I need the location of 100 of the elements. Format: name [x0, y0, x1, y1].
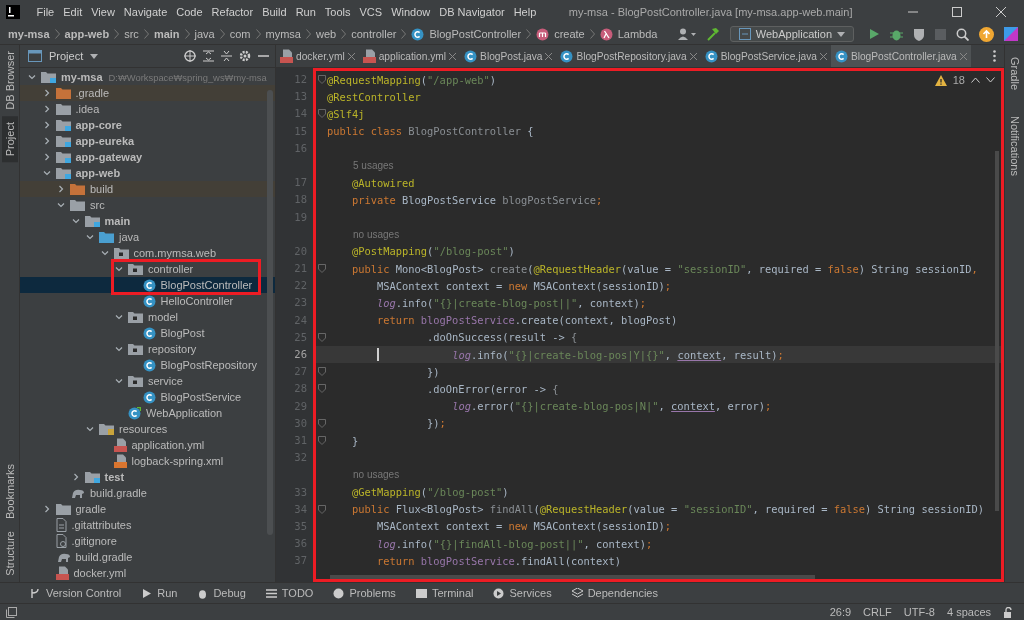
editor-tab[interactable]: BlogPostController.java	[830, 45, 971, 67]
tree-item[interactable]: build.gradle	[70, 487, 147, 499]
menu-item[interactable]: Build	[257, 6, 292, 18]
run-configuration-dropdown[interactable]: WebApplication	[729, 26, 854, 42]
close-icon[interactable]	[545, 52, 553, 60]
tree-item[interactable]: src	[70, 199, 105, 211]
editor-tab[interactable]: docker.yml	[276, 45, 359, 67]
breadcrumb[interactable]: my-msa	[8, 28, 50, 40]
close-icon[interactable]	[819, 52, 827, 60]
tree-item[interactable]: HelloController	[142, 294, 234, 308]
editor-tab[interactable]: BlogPost.java	[460, 45, 557, 67]
breadcrumb[interactable]: java	[194, 28, 215, 40]
tree-item[interactable]: com.mymsa.web	[113, 247, 217, 259]
tree-item[interactable]: .gradle	[55, 87, 110, 99]
close-icon[interactable]	[449, 52, 457, 60]
breadcrumb[interactable]: Lambda	[617, 28, 658, 40]
tree-item[interactable]: model	[128, 311, 178, 323]
panel-title[interactable]: Project	[49, 50, 84, 62]
tool-window-button[interactable]: TODO	[265, 587, 314, 599]
tree-item[interactable]: BlogPostRepository	[142, 358, 258, 372]
run-icon[interactable]	[868, 28, 880, 40]
warning-count[interactable]: 18	[952, 74, 965, 86]
tree-item[interactable]: .gitignore	[55, 534, 117, 548]
tool-window-tab[interactable]: Gradle	[1006, 51, 1023, 97]
target-icon[interactable]	[184, 50, 196, 62]
tree-item[interactable]: application.yml	[113, 438, 205, 452]
tool-window-tab[interactable]: Bookmarks	[1, 458, 18, 526]
breadcrumb[interactable]: src	[124, 28, 139, 40]
menu-item[interactable]: DB Navigator	[434, 6, 510, 18]
tree-item[interactable]: WebApplication	[128, 406, 223, 420]
usage-hint[interactable]: 5 usages	[327, 160, 394, 172]
collapse-all-icon[interactable]	[221, 50, 232, 62]
breadcrumb[interactable]: app-web	[64, 28, 110, 40]
tool-window-button[interactable]: Terminal	[415, 587, 474, 599]
more-icon[interactable]	[993, 50, 996, 62]
menu-item[interactable]: VCS	[355, 6, 387, 18]
tree-item[interactable]: .gitattributes	[55, 518, 132, 532]
fold-icon[interactable]	[317, 109, 326, 119]
warning-icon[interactable]	[934, 74, 947, 86]
menu-item[interactable]: Tools	[320, 6, 355, 18]
tool-window-button[interactable]: Problems	[333, 587, 396, 599]
tree-item[interactable]: app-eureka	[55, 135, 135, 147]
tree-item[interactable]: build	[70, 183, 114, 195]
tree-item[interactable]: main	[84, 215, 131, 227]
tool-window-tab[interactable]: Notifications	[1006, 110, 1023, 182]
tool-window-button[interactable]: Services	[493, 587, 552, 599]
expand-all-icon[interactable]	[203, 50, 214, 62]
lock-icon[interactable]	[1003, 606, 1014, 618]
tree-item[interactable]: logback-spring.xml	[113, 454, 224, 468]
menu-item[interactable]: Navigate	[119, 6, 172, 18]
editor-tab[interactable]: application.yml	[358, 45, 461, 67]
tool-window-button[interactable]: Dependencies	[571, 587, 658, 599]
scrollbar[interactable]	[330, 575, 815, 579]
status-item[interactable]: 4 spaces	[946, 606, 991, 618]
menu-item[interactable]: File	[32, 6, 59, 18]
status-item[interactable]: CRLF	[863, 606, 892, 618]
tool-window-button[interactable]: Run	[141, 587, 178, 599]
menu-item[interactable]: Edit	[58, 6, 87, 18]
tree-item[interactable]: my-msa	[41, 71, 103, 83]
tool-window-button[interactable]: Debug	[197, 587, 246, 599]
tree-item[interactable]: repository	[128, 343, 197, 355]
menu-item[interactable]: View	[86, 6, 120, 18]
tree-item[interactable]: .idea	[55, 103, 100, 115]
minimize-icon[interactable]	[258, 54, 269, 58]
close-icon[interactable]	[996, 7, 1006, 17]
tree-item[interactable]: test	[84, 471, 125, 483]
chevron-icon[interactable]	[86, 425, 94, 433]
fold-icon[interactable]	[317, 75, 326, 85]
chevron-icon[interactable]	[115, 345, 123, 353]
fold-icon[interactable]	[317, 264, 326, 274]
usage-hint[interactable]: no usages	[327, 469, 400, 481]
editor-tab[interactable]: BlogPostService.java	[700, 45, 831, 67]
caret-icon[interactable]	[90, 53, 99, 59]
settings-icon[interactable]	[239, 50, 251, 62]
scrollbar[interactable]	[267, 90, 273, 535]
tree-item[interactable]: BlogPostService	[142, 390, 242, 404]
editor-tab[interactable]: BlogPostRepository.java	[556, 45, 701, 67]
close-icon[interactable]	[347, 52, 355, 60]
tree-item[interactable]: docker.yml	[55, 566, 127, 580]
user-icon[interactable]	[677, 28, 696, 40]
chevron-icon[interactable]	[115, 377, 123, 385]
fold-icon[interactable]	[317, 332, 326, 342]
hammer-icon[interactable]	[705, 27, 720, 41]
close-icon[interactable]	[689, 52, 697, 60]
tree-item[interactable]: controller	[128, 263, 194, 275]
status-item[interactable]: UTF-8	[903, 606, 935, 618]
search-icon[interactable]	[956, 27, 969, 41]
tool-window-tab[interactable]: DB Browser	[1, 45, 18, 116]
maximize-icon[interactable]	[952, 7, 962, 17]
breadcrumb[interactable]: create	[554, 28, 585, 40]
tree-item[interactable]: gradle	[55, 503, 107, 515]
shield-icon[interactable]	[913, 27, 925, 41]
chevron-icon[interactable]	[71, 473, 80, 481]
tool-window-tab[interactable]: Project	[1, 115, 18, 162]
tool-window-tab[interactable]: Structure	[1, 525, 18, 582]
usage-hint[interactable]: no usages	[327, 228, 400, 240]
menu-item[interactable]: Refactor	[207, 6, 258, 18]
panel-toggle-icon[interactable]	[6, 606, 17, 618]
tool-window-button[interactable]: Version Control	[30, 587, 122, 599]
menu-item[interactable]: Window	[386, 6, 435, 18]
